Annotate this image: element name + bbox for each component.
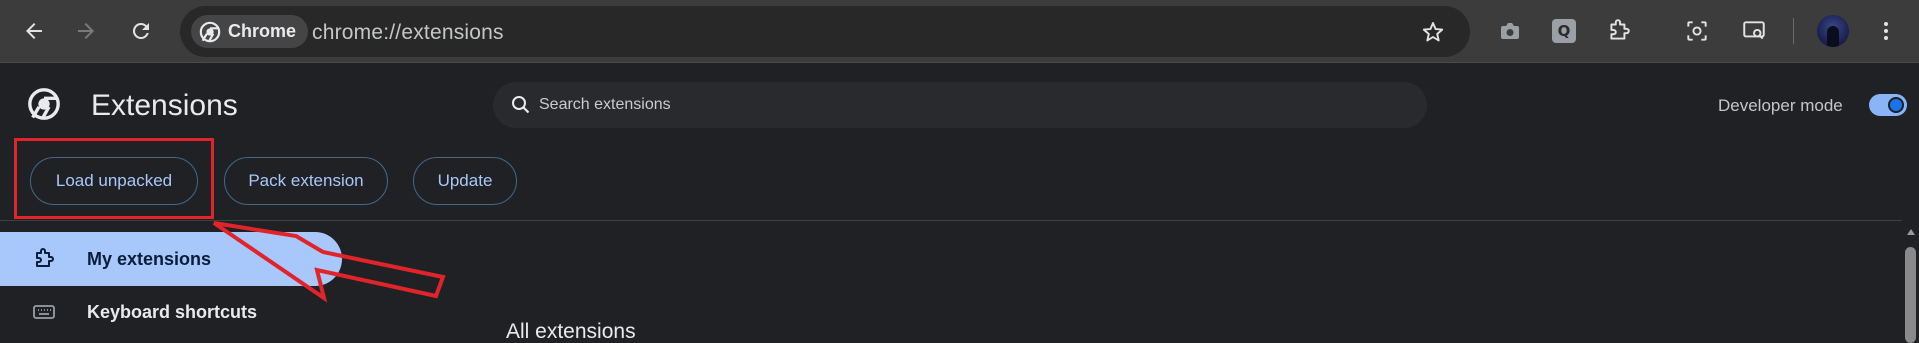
scrollbar-up-button[interactable] (1902, 223, 1919, 240)
profile-avatar[interactable] (1817, 15, 1849, 47)
developer-mode-toggle[interactable] (1869, 94, 1907, 116)
address-bar[interactable]: Chrome chrome://extensions (180, 6, 1470, 57)
q-extension-icon: Q (1552, 19, 1576, 43)
search-input[interactable] (539, 96, 1139, 114)
sidebar-item-label: Keyboard shortcuts (87, 301, 258, 322)
cast-search-button[interactable] (1736, 13, 1772, 49)
site-chip[interactable]: Chrome (191, 15, 309, 48)
camera-icon (1501, 23, 1519, 39)
chrome-logo-icon (199, 21, 221, 42)
extensions-menu-button[interactable] (1601, 13, 1637, 49)
scrollbar-thumb[interactable] (1905, 247, 1916, 343)
page-title: Extensions (91, 89, 238, 122)
header-divider (0, 220, 1902, 221)
sidebar-item-my-extensions[interactable]: My extensions (0, 232, 342, 286)
update-button[interactable]: Update (413, 157, 517, 205)
reload-icon (132, 22, 149, 39)
sidebar-item-label: My extensions (87, 248, 212, 269)
reload-button[interactable] (121, 11, 161, 51)
q-extension-button[interactable]: Q (1546, 13, 1582, 49)
developer-mode-label: Developer mode (1718, 96, 1843, 115)
forward-arrow-icon (78, 23, 94, 39)
bookmark-button[interactable] (1418, 17, 1448, 47)
section-title: All extensions (506, 320, 636, 343)
bookmark-star-icon (1422, 22, 1444, 42)
forward-button[interactable] (66, 11, 106, 51)
toolbar-separator (1793, 18, 1794, 44)
kebab-menu-icon (1884, 22, 1888, 40)
camera-extension-button[interactable] (1492, 13, 1528, 49)
site-chip-label: Chrome (228, 21, 297, 41)
pack-extension-button[interactable]: Pack extension (224, 157, 388, 205)
toggle-knob (1888, 97, 1904, 113)
url-text[interactable]: chrome://extensions (312, 21, 504, 45)
back-arrow-icon (26, 23, 42, 39)
search-icon (512, 96, 530, 114)
sidebar-item-keyboard-shortcuts[interactable]: Keyboard shortcuts (0, 285, 342, 339)
keyboard-icon (31, 299, 57, 325)
lens-button[interactable] (1679, 13, 1715, 49)
media-cast-icon (1743, 21, 1765, 40)
browser-toolbar: Chrome chrome://extensions Q (0, 0, 1919, 63)
search-box[interactable] (493, 82, 1427, 128)
browser-menu-button[interactable] (1868, 13, 1904, 49)
extensions-logo-icon (28, 88, 60, 120)
scroll-up-arrow-icon (1906, 228, 1915, 235)
puzzle-icon (31, 246, 57, 272)
puzzle-extensions-icon (1610, 19, 1630, 40)
annotation-highlight-box (14, 138, 214, 219)
screenshot-lens-icon (1687, 21, 1707, 41)
back-button[interactable] (14, 11, 54, 51)
